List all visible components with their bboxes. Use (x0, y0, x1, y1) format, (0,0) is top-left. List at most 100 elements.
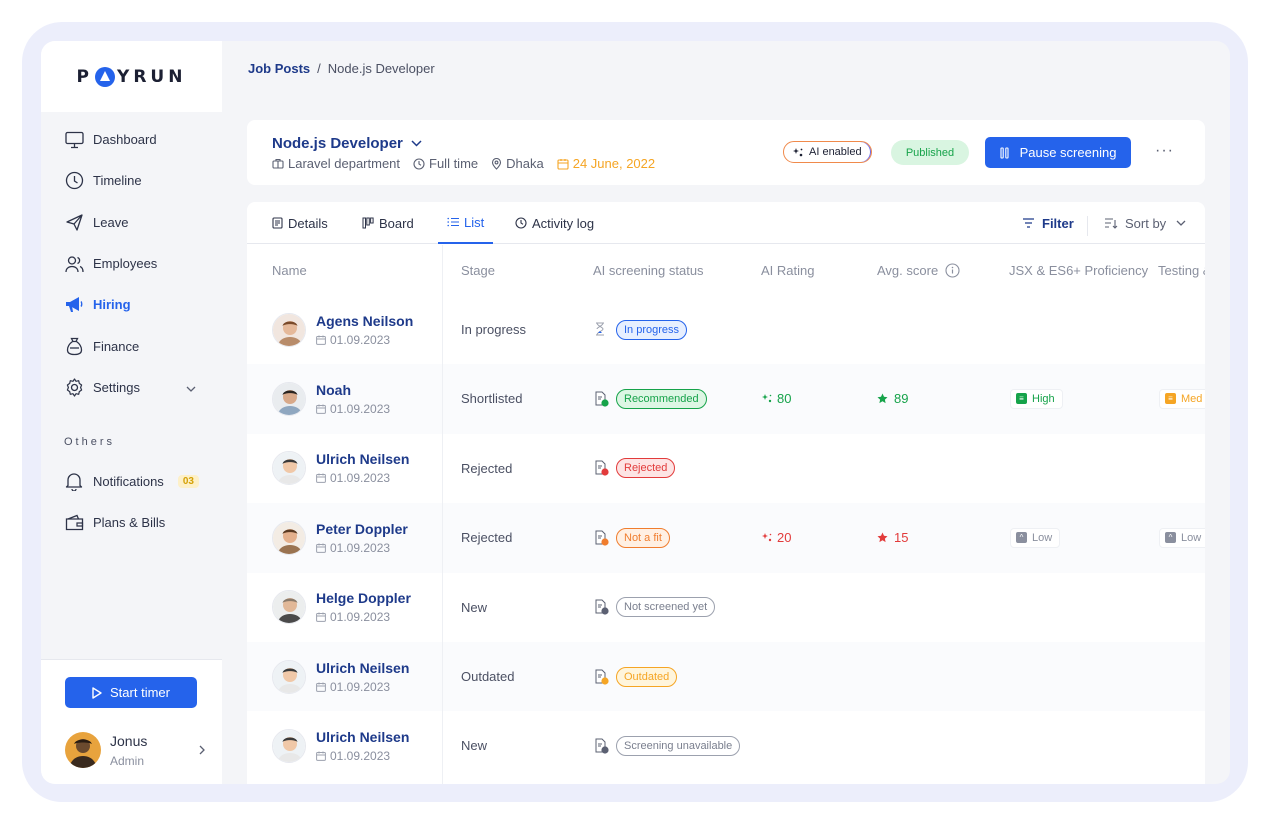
user-name: Jonus (110, 732, 148, 749)
sidebar-item-dashboard[interactable]: Dashboard (41, 119, 222, 160)
job-location-label: Dhaka (506, 156, 544, 171)
job-title: Node.js Developer (272, 135, 403, 152)
candidate-cell[interactable]: Peter Doppler 01.09.2023 (272, 503, 408, 572)
calendar-icon (316, 612, 326, 622)
table-row[interactable]: Ulrich Neilsen 01.09.2023 Outdated Outda… (247, 642, 1205, 712)
col-testing[interactable]: Testing & (1158, 245, 1205, 295)
main-content: Job Posts / Node.js Developer Node.js Deve… (222, 41, 1230, 784)
job-department: Laravel department (272, 156, 400, 171)
sidebar-item-plans-bills[interactable]: Plans & Bills (41, 502, 222, 543)
tab-details[interactable]: Details (272, 202, 328, 244)
testing-cell: ≡ Med (1159, 364, 1205, 433)
candidate-cell[interactable]: Agens Neilson 01.09.2023 (272, 295, 413, 364)
chevron-down-icon (411, 140, 422, 147)
table-row[interactable]: Helge Doppler 01.09.2023 New Not screene… (247, 573, 1205, 642)
sidebar-item-timeline[interactable]: Timeline (41, 160, 222, 201)
table-row[interactable]: Agens Neilson 01.09.2023 In progress In … (247, 295, 1205, 364)
candidate-name[interactable]: Noah (316, 382, 390, 398)
ai-rating-value: 80 (777, 391, 792, 407)
testing-label: Med (1181, 392, 1203, 405)
sidebar-item-notifications[interactable]: Notifications 03 (41, 461, 222, 502)
tab-list[interactable]: List (438, 202, 494, 244)
logo-right: YRUN (117, 66, 187, 87)
tab-activity-log[interactable]: Activity log (515, 202, 594, 244)
calendar-icon (316, 473, 326, 484)
ai-screening-status-cell: Not a fit (595, 503, 670, 572)
sparkle-icon (793, 147, 803, 156)
table-row[interactable]: Noah 01.09.2023 Shortlisted Recommended … (247, 364, 1205, 434)
candidate-name[interactable]: Helge Doppler (316, 590, 411, 606)
table-row[interactable]: Peter Doppler 01.09.2023 Rejected Not a … (247, 503, 1205, 573)
status-badge: Not screened yet (616, 597, 716, 618)
candidate-cell[interactable]: Ulrich Neilsen 01.09.2023 (272, 434, 409, 503)
sidebar-item-settings[interactable]: Settings (41, 367, 222, 408)
sort-by-dropdown[interactable]: Sort by (1104, 202, 1193, 244)
col-name[interactable]: Name (272, 245, 307, 295)
logo-mark-icon (95, 66, 116, 87)
gear-icon (64, 377, 84, 397)
calendar-icon (557, 158, 569, 170)
col-ai-rating[interactable]: AI Rating (761, 245, 814, 295)
proficiency-cell: ^ Low (1010, 503, 1061, 572)
candidate-name[interactable]: Ulrich Neilsen (316, 451, 409, 467)
ai-screening-status-cell: Rejected (595, 434, 676, 503)
candidate-name[interactable]: Ulrich Neilsen (316, 660, 409, 676)
chevron-down-icon[interactable] (186, 380, 196, 395)
table-row[interactable]: Ulrich Neilsen 01.09.2023 New Screening … (247, 711, 1205, 780)
job-date: 24 June, 2022 (557, 156, 655, 171)
calendar-icon (316, 682, 326, 692)
notification-count-badge: 03 (177, 475, 199, 489)
sidebar-item-finance[interactable]: Finance (41, 325, 222, 366)
list-icon (447, 217, 459, 227)
tab-board[interactable]: Board (362, 202, 414, 244)
start-timer-button[interactable]: Start timer (65, 677, 197, 708)
sidebar-item-leave[interactable]: Leave (41, 202, 222, 243)
table-row[interactable]: Ulrich Neilsen 01.09.2023 Rejected Rejec… (247, 434, 1205, 503)
candidate-cell[interactable]: Helge Doppler 01.09.2023 (272, 573, 411, 642)
chevron-right-icon[interactable] (199, 743, 205, 758)
col-stage[interactable]: Stage (461, 245, 495, 295)
col-jsx-es6-proficiency[interactable]: JSX & ES6+ Proficiency (1009, 245, 1148, 295)
user-profile[interactable]: Jonus Admin (65, 732, 205, 768)
candidate-name[interactable]: Peter Doppler (316, 521, 408, 537)
sidebar-item-label: Employees (93, 256, 158, 272)
document-icon (272, 217, 283, 229)
brand-logo[interactable]: P YRUN (76, 66, 187, 87)
sidebar-item-hiring[interactable]: Hiring (41, 284, 222, 325)
avg-score-value: 15 (894, 530, 909, 546)
candidate-cell[interactable]: Noah 01.09.2023 (272, 364, 390, 433)
breadcrumb-separator: / (317, 61, 321, 76)
col-avg-score[interactable]: Avg. score (877, 245, 960, 295)
calendar-icon (316, 335, 326, 345)
candidate-name[interactable]: Agens Neilson (316, 313, 413, 329)
level-high-icon: ≡ (1016, 393, 1027, 405)
candidate-name[interactable]: Ulrich Neilsen (316, 729, 409, 745)
job-title-dropdown[interactable]: Node.js Developer (272, 135, 422, 152)
candidate-date: 01.09.2023 (316, 541, 408, 555)
ai-screening-status-cell: Recommended (595, 364, 707, 433)
star-icon (877, 393, 888, 404)
filter-button[interactable]: Filter (1022, 202, 1074, 244)
candidate-date-label: 01.09.2023 (330, 679, 391, 694)
stage-cell: Shortlisted (461, 391, 523, 407)
filter-label: Filter (1042, 215, 1074, 231)
status-badge: Rejected (616, 458, 676, 479)
tab-label: Details (288, 215, 328, 231)
testing-label: Low (1181, 531, 1202, 544)
breadcrumb-job-posts-link[interactable]: Job Posts (248, 61, 310, 76)
stage-cell: Rejected (461, 530, 513, 546)
stage-cell: In progress (461, 322, 527, 337)
pause-screening-button[interactable]: Pause screening (985, 137, 1131, 168)
users-icon (64, 254, 84, 274)
stage-cell: Rejected (461, 460, 513, 476)
testing-cell: ^ Low (1159, 503, 1205, 572)
more-options-icon[interactable]: ··· (1155, 142, 1174, 160)
sidebar-item-employees[interactable]: Employees (41, 243, 222, 284)
col-ai-screening-status[interactable]: AI screening status (593, 245, 704, 295)
logo-left: P (76, 66, 94, 87)
candidate-cell[interactable]: Ulrich Neilsen 01.09.2023 (272, 642, 409, 711)
candidate-cell[interactable]: Ulrich Neilsen 01.09.2023 (272, 711, 409, 780)
sidebar-item-label: Dashboard (93, 132, 157, 148)
plane-icon (64, 212, 84, 232)
toolbar-divider (1087, 216, 1088, 236)
